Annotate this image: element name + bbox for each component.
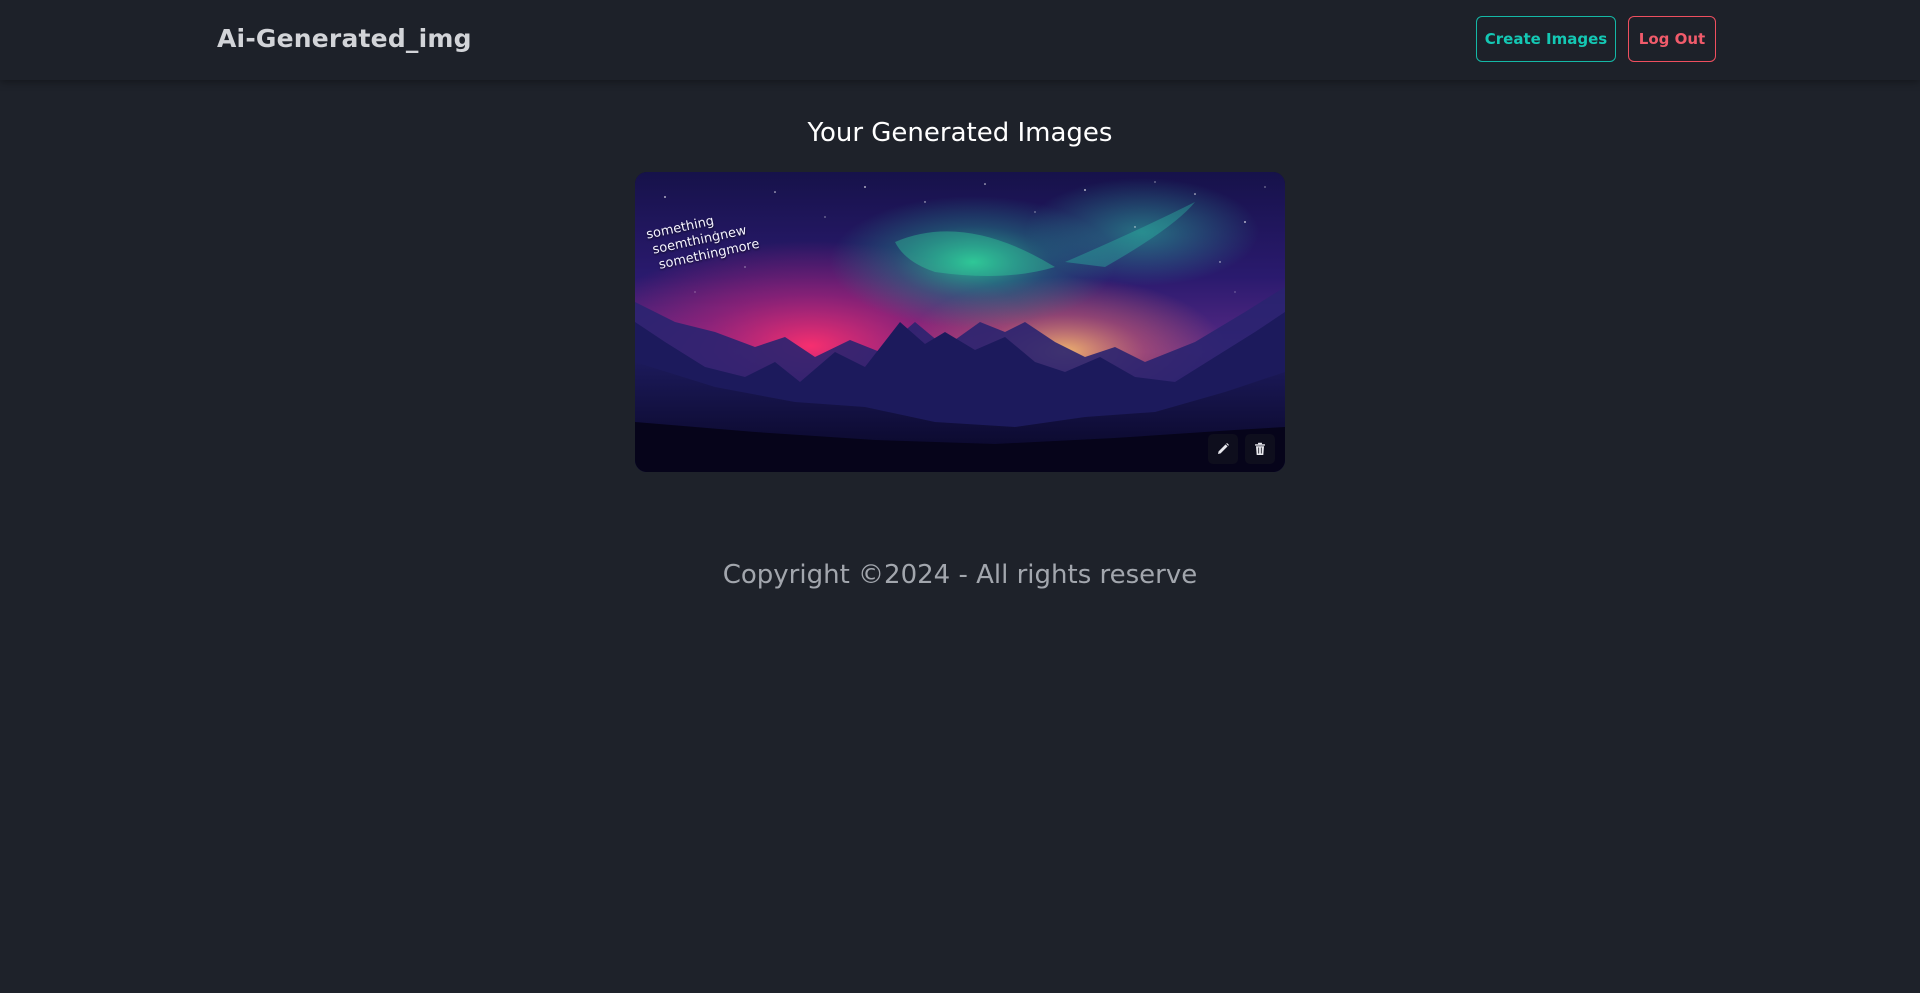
trash-icon xyxy=(1255,442,1265,455)
navbar: Ai-Generated_img Create Images Log Out xyxy=(0,0,1920,80)
pencil-icon xyxy=(1218,443,1229,454)
footer-copyright: Copyright ©2024 - All rights reserve xyxy=(722,560,1198,590)
image-card[interactable]: something soemthingnew somethingmore xyxy=(635,172,1285,472)
log-out-button[interactable]: Log Out xyxy=(1628,16,1716,62)
delete-image-button[interactable] xyxy=(1245,434,1275,464)
page-title: Your Generated Images xyxy=(807,118,1113,148)
edit-image-button[interactable] xyxy=(1208,434,1238,464)
brand-title[interactable]: Ai-Generated_img xyxy=(217,24,472,53)
create-images-button[interactable]: Create Images xyxy=(1476,16,1616,62)
